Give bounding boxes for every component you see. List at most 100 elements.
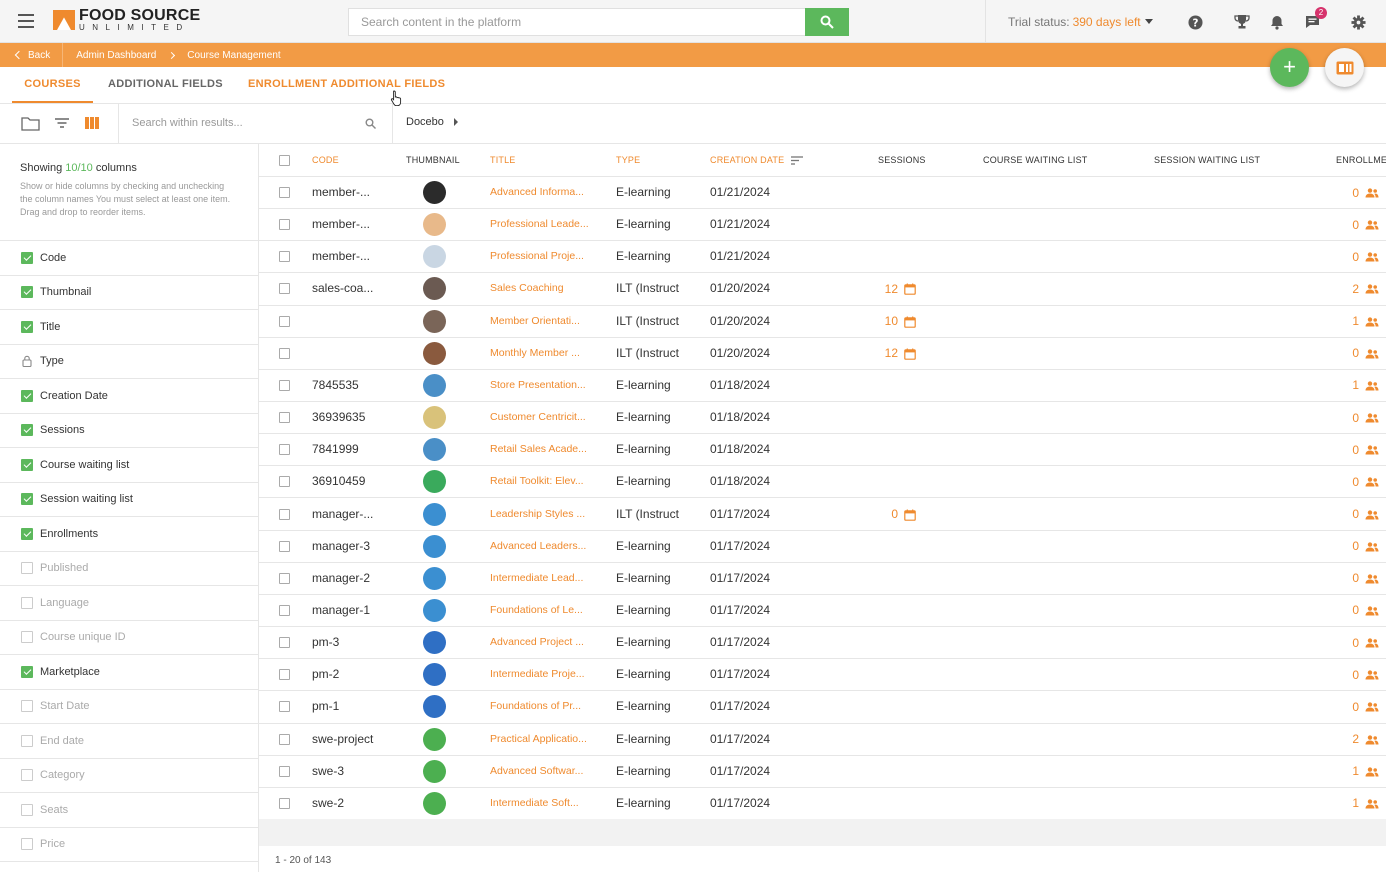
row-checkbox[interactable] [279,283,290,295]
cell-title[interactable]: Practical Applicatio... [490,724,605,756]
table-row[interactable]: swe-project Practical Applicatio... E-lear… [259,724,1386,756]
row-checkbox[interactable] [279,347,290,359]
row-checkbox[interactable] [279,315,290,327]
column-toggle-end-date[interactable]: End date [0,724,258,759]
cell-enrollments[interactable]: 1 [1319,370,1379,402]
table-row[interactable]: 36939635 Customer Centricit... E-learning 0… [259,402,1386,435]
column-toggle-price[interactable]: Price [0,828,258,862]
column-toggle-start-date[interactable]: Start Date [0,690,258,724]
cell-title[interactable]: Intermediate Soft... [490,788,605,820]
search-icon[interactable] [365,118,376,129]
cell-title[interactable]: Advanced Informa... [490,177,605,209]
breadcrumb-admin-dashboard[interactable]: Admin Dashboard [63,50,156,61]
cell-enrollments[interactable]: 0 [1319,595,1379,627]
row-checkbox[interactable] [279,669,290,681]
trial-status[interactable]: Trial status: 390 days left [985,0,1175,43]
checkbox[interactable] [21,424,33,437]
global-search-input[interactable] [348,8,805,36]
row-checkbox[interactable] [279,765,290,777]
row-checkbox[interactable] [279,476,290,488]
row-checkbox[interactable] [279,701,290,713]
tab-additional-fields[interactable]: ADDITIONAL FIELDS [108,67,223,103]
messages-icon[interactable]: 2 [1303,7,1327,31]
col-title[interactable]: TITLE [490,144,516,177]
table-row[interactable]: sales-coa... Sales Coaching ILT (Instruct 0… [259,273,1386,306]
column-toggle-marketplace[interactable]: Marketplace [0,655,258,690]
row-checkbox[interactable] [279,412,290,424]
checkbox[interactable] [21,389,33,402]
menu-icon[interactable] [18,14,34,28]
column-toggle-published[interactable]: Published [0,552,258,586]
checkbox[interactable] [21,700,33,713]
table-row[interactable]: member-... Professional Leade... E-learnin… [259,209,1386,242]
row-checkbox[interactable] [279,637,290,649]
cell-title[interactable]: Retail Sales Acade... [490,434,605,466]
column-toggle-creation-date[interactable]: Creation Date [0,379,258,414]
row-checkbox[interactable] [279,508,290,520]
cell-enrollments[interactable]: 0 [1319,499,1379,531]
select-all-checkbox[interactable] [279,155,290,166]
checkbox[interactable] [21,596,33,609]
row-checkbox[interactable] [279,572,290,584]
cell-sessions[interactable]: 12 [859,273,916,305]
cell-enrollments[interactable]: 2 [1319,724,1379,756]
table-row[interactable]: 7845535 Store Presentation... E-learning 01… [259,370,1386,403]
cell-enrollments[interactable]: 1 [1319,756,1379,788]
tab-enrollment-additional-fields[interactable]: ENROLLMENT ADDITIONAL FIELDS [248,67,445,103]
checkbox[interactable] [21,320,33,333]
column-toggle-course-unique-id[interactable]: Course unique ID [0,621,258,655]
column-toggle-sessions[interactable]: Sessions [0,414,258,448]
logo[interactable]: FOOD SOURCE UNLIMITED [53,8,200,36]
row-checkbox[interactable] [279,251,290,263]
column-toggle-seats[interactable]: Seats [0,793,258,828]
checkbox[interactable] [21,458,33,471]
table-row[interactable]: swe-2 Intermediate Soft... E-learning 01/17… [259,788,1386,820]
checkbox[interactable] [21,493,33,506]
row-checkbox[interactable] [279,379,290,391]
table-row[interactable]: manager-1 Foundations of Le... E-learning 0… [259,595,1386,628]
table-row[interactable]: manager-2 Intermediate Lead... E-learning 0… [259,563,1386,595]
checkbox[interactable] [21,251,33,264]
cell-enrollments[interactable]: 0 [1319,209,1379,241]
checkbox[interactable] [21,665,33,678]
checkbox[interactable] [21,769,33,782]
row-checkbox[interactable] [279,797,290,809]
cell-sessions[interactable]: 10 [859,306,916,338]
cell-enrollments[interactable]: 1 [1319,788,1379,820]
row-checkbox[interactable] [279,733,290,745]
cell-title[interactable]: Intermediate Proje... [490,659,605,691]
row-checkbox[interactable] [279,187,290,198]
checkbox[interactable] [21,803,33,816]
folder-icon[interactable] [21,115,40,133]
back-button[interactable]: Back [0,43,64,67]
table-row[interactable]: swe-3 Advanced Softwar... E-learning 01/17/… [259,756,1386,788]
cell-sessions[interactable]: 0 [859,499,916,531]
help-icon[interactable]: ? [1186,13,1204,31]
cell-title[interactable]: Foundations of Pr... [490,691,605,723]
cell-enrollments[interactable]: 0 [1319,691,1379,723]
cell-enrollments[interactable]: 0 [1319,434,1379,466]
checkbox[interactable] [21,562,33,575]
col-creation-date[interactable]: CREATION DATE [710,144,803,177]
cell-enrollments[interactable]: 0 [1319,402,1379,434]
row-checkbox[interactable] [279,219,290,231]
cell-title[interactable]: Leadership Styles ... [490,499,605,531]
table-row[interactable]: pm-1 Foundations of Pr... E-learning 01/17/… [259,691,1386,724]
checkbox[interactable] [21,286,33,299]
column-toggle-session-waiting-list[interactable]: Session waiting list [0,483,258,517]
cell-title[interactable]: Member Orientati... [490,306,605,338]
cell-enrollments[interactable]: 0 [1319,563,1379,595]
checkbox[interactable] [21,631,33,644]
cell-title[interactable]: Advanced Leaders... [490,531,605,563]
cell-enrollments[interactable]: 0 [1319,177,1379,209]
columns-icon[interactable] [84,115,102,133]
checkbox[interactable] [21,838,33,851]
cell-title[interactable]: Intermediate Lead... [490,563,605,595]
cell-sessions[interactable]: 12 [859,338,916,370]
table-row[interactable]: manager-3 Advanced Leaders... E-learning 01… [259,531,1386,563]
checkbox[interactable] [21,734,33,747]
column-toggle-title[interactable]: Title [0,310,258,345]
column-toggle-code[interactable]: Code [0,241,258,276]
row-checkbox[interactable] [279,604,290,616]
cell-title[interactable]: Professional Leade... [490,209,605,241]
